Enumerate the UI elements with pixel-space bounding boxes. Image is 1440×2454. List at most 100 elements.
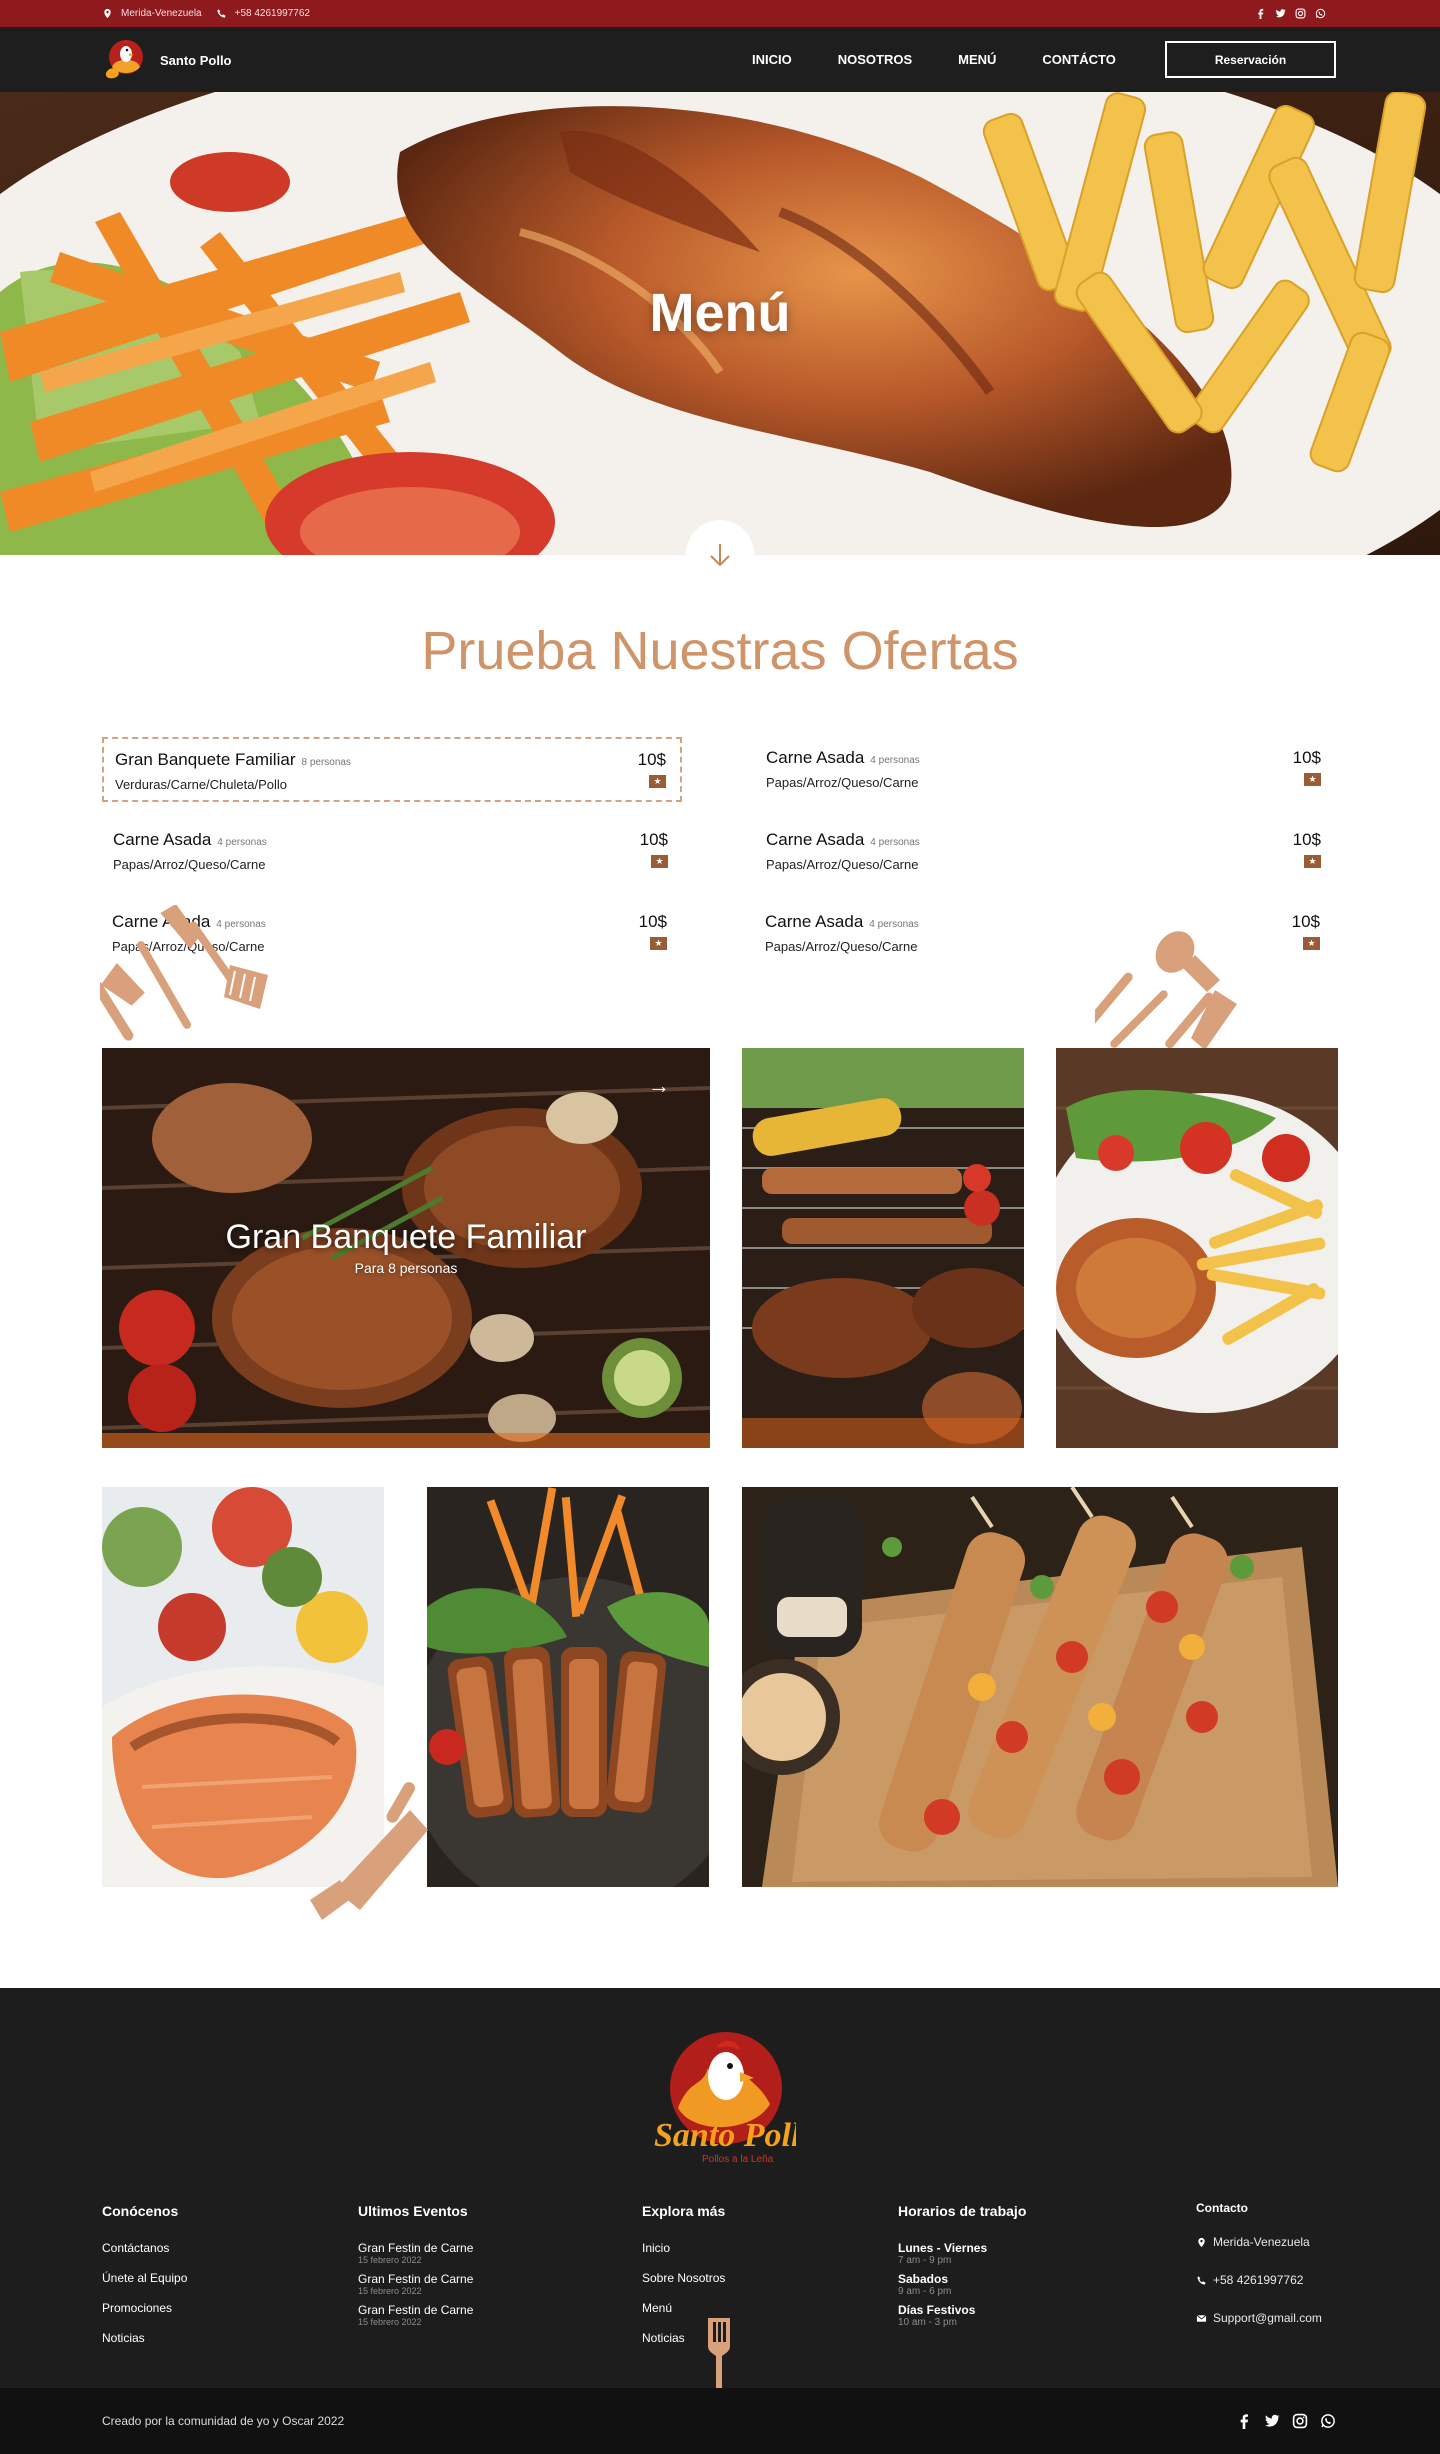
offer-price: 10$ [639, 830, 668, 849]
offer-price: 10$ [1292, 830, 1321, 849]
footer-link-menu[interactable]: Menú [642, 2301, 725, 2315]
gallery-skewers[interactable] [742, 1487, 1338, 1887]
star-icon[interactable]: ★ [1304, 773, 1321, 786]
footer-email[interactable]: Support@gmail.com [1196, 2311, 1322, 2325]
gallery-chicken-plate[interactable] [1056, 1048, 1338, 1448]
offer-description: Verduras/Carne/Chuleta/Pollo [115, 777, 287, 792]
footer-link-contactanos[interactable]: Contáctanos [102, 2241, 187, 2255]
footer-link-inicio[interactable]: Inicio [642, 2241, 725, 2255]
offer-item[interactable]: Carne Asada 4 personas Papas/Arroz/Queso/… [102, 819, 682, 884]
facebook-icon[interactable] [1236, 2413, 1252, 2429]
footer: Santo Pollo Pollos a la Leña Conócenos C… [0, 1988, 1440, 2402]
top-contact-info: Merida-Venezuela +58 4261997762 [102, 0, 310, 27]
footer-link-noticias[interactable]: Noticias [102, 2331, 187, 2345]
event-name[interactable]: Gran Festin de Carne [358, 2241, 473, 2255]
chicken-plate-image [1056, 1048, 1338, 1448]
star-icon[interactable]: ★ [649, 775, 666, 788]
offer-item[interactable]: Gran Banquete Familiar 8 personas Verdura… [102, 737, 682, 802]
footer-logo-text: Santo Pollo [654, 2117, 796, 2154]
arrow-down-icon [710, 544, 730, 567]
footer-logo[interactable]: Santo Pollo Pollos a la Leña [644, 2028, 796, 2168]
offer-name: Gran Banquete Familiar [115, 750, 296, 769]
hours-time: 7 am - 9 pm [898, 2255, 952, 2266]
star-icon[interactable]: ★ [1304, 855, 1321, 868]
footer-col-conocenos: Conócenos Contáctanos Únete al Equipo Pr… [102, 2203, 187, 2361]
offer-item[interactable]: Carne Asada 4 personas Papas/Arroz/Queso/… [755, 737, 1335, 802]
footer-location-text: Merida-Venezuela [1213, 2235, 1310, 2249]
nav-link-contacto[interactable]: CONTÁCTO [1042, 52, 1115, 67]
top-location: Merida-Venezuela [102, 8, 202, 19]
event-date: 15 febrero 2022 [358, 2317, 422, 2327]
offer-name: Carne Asada [113, 830, 212, 849]
footer-col-contacto: Contacto Merida-Venezuela +58 4261997762… [1196, 2201, 1322, 2349]
hours-day: Lunes - Viernes [898, 2241, 988, 2255]
hours-day: Días Festivos [898, 2303, 976, 2317]
footer-location: Merida-Venezuela [1196, 2235, 1322, 2249]
offer-item[interactable]: Carne Asada 4 personas Papas/Arroz/Queso/… [755, 819, 1335, 884]
footer-link-sobre-nosotros[interactable]: Sobre Nosotros [642, 2271, 725, 2285]
gallery-grill-kebabs[interactable] [742, 1048, 1024, 1448]
offer-name: Carne Asada [765, 912, 864, 931]
star-icon[interactable]: ★ [651, 855, 668, 868]
brand[interactable]: Santo Pollo [102, 37, 232, 83]
footer-col-title: Contacto [1196, 2201, 1248, 2215]
gallery-featured-banquet[interactable]: → Gran Banquete Familiar Para 8 personas [102, 1048, 710, 1448]
footer-email-text: Support@gmail.com [1213, 2311, 1322, 2325]
event-name[interactable]: Gran Festin de Carne [358, 2303, 473, 2317]
event-date: 15 febrero 2022 [358, 2286, 422, 2296]
scroll-down-button[interactable] [686, 520, 754, 588]
footer-phone[interactable]: +58 4261997762 [1196, 2273, 1322, 2287]
main-navbar: Santo Pollo INICIO NOSOTROS MENÚ CONTÁCT… [0, 27, 1440, 92]
top-social-links [1255, 0, 1326, 27]
mail-icon [1196, 2314, 1207, 2322]
offers-title: Prueba Nuestras Ofertas [421, 621, 1019, 681]
arrow-right-icon[interactable]: → [648, 1073, 670, 1099]
brand-logo[interactable] [102, 37, 152, 83]
nav-link-inicio[interactable]: INICIO [752, 52, 792, 67]
twitter-icon[interactable] [1264, 2413, 1280, 2429]
skewers-image [742, 1487, 1338, 1887]
nav-link-menu[interactable]: MENÚ [958, 52, 996, 67]
bottom-bar: Creado por la comunidad de yo y Oscar 20… [0, 2388, 1440, 2454]
offer-people: 8 personas [301, 757, 351, 768]
twitter-icon[interactable] [1275, 8, 1286, 19]
whatsapp-icon[interactable] [1320, 2413, 1336, 2429]
top-info-bar: Merida-Venezuela +58 4261997762 [0, 0, 1440, 27]
top-location-text: Merida-Venezuela [121, 8, 202, 19]
offer-name: Carne Asada [766, 748, 865, 767]
offer-people: 4 personas [869, 919, 919, 930]
instagram-icon[interactable] [1295, 8, 1306, 19]
footer-logo-tagline: Pollos a la Leña [702, 2154, 774, 2165]
grill-image [742, 1048, 1024, 1448]
nav-menu: INICIO NOSOTROS MENÚ CONTÁCTO [752, 27, 1116, 92]
reservation-button[interactable]: Reservación [1165, 41, 1336, 78]
footer-col-horarios: Horarios de trabajo Lunes - Viernes 7 am… [898, 2203, 1026, 2334]
footer-col-title: Ultimos Eventos [358, 2203, 468, 2219]
whatsapp-icon[interactable] [1315, 8, 1326, 19]
hours-time: 10 am - 3 pm [898, 2317, 957, 2328]
offer-price: 10$ [638, 912, 667, 931]
gallery-ribs[interactable] [427, 1487, 709, 1887]
footer-link-promociones[interactable]: Promociones [102, 2301, 187, 2315]
ribs-image [427, 1487, 709, 1887]
brand-name: Santo Pollo [160, 52, 232, 68]
facebook-icon[interactable] [1255, 8, 1266, 19]
cleaver-decoration-icon [310, 1782, 428, 1920]
event-name[interactable]: Gran Festin de Carne [358, 2272, 473, 2286]
event-date: 15 febrero 2022 [358, 2255, 422, 2265]
instagram-icon[interactable] [1292, 2413, 1308, 2429]
phone-icon [1197, 2275, 1206, 2285]
location-pin-icon [104, 8, 111, 19]
star-icon[interactable]: ★ [1303, 937, 1320, 950]
cutlery-decoration-icon [1095, 931, 1237, 1050]
footer-col-title: Explora más [642, 2203, 726, 2219]
hero-banner: Menú [0, 92, 1440, 555]
phone-icon [216, 9, 226, 18]
footer-link-unete[interactable]: Únete al Equipo [102, 2271, 187, 2285]
offer-people: 4 personas [870, 837, 920, 848]
star-icon[interactable]: ★ [650, 937, 667, 950]
nav-link-nosotros[interactable]: NOSOTROS [838, 52, 912, 67]
offer-price: 10$ [637, 750, 666, 769]
footer-col-eventos: Ultimos Eventos Gran Festin de Carne 15 … [358, 2203, 473, 2334]
offer-item[interactable]: Carne Asada 4 personas Papas/Arroz/Queso/… [754, 901, 1334, 966]
